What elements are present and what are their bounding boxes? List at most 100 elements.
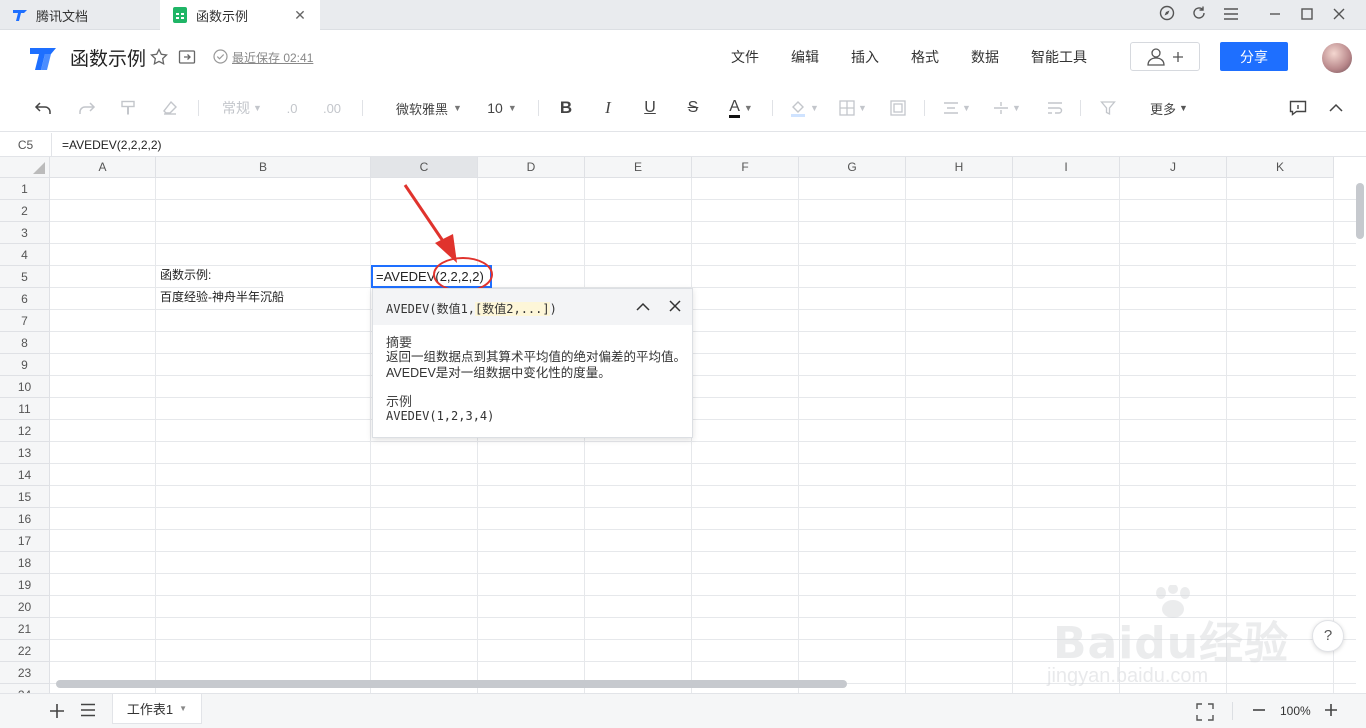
horizontal-scrollbar[interactable]	[56, 680, 847, 688]
merge-cells-icon[interactable]	[887, 96, 909, 120]
window-tab-tencent-docs[interactable]: 腾讯文档	[0, 0, 160, 30]
row-header-17[interactable]: 17	[0, 530, 50, 552]
star-icon[interactable]	[150, 47, 168, 66]
bold-button[interactable]: B	[556, 96, 576, 120]
filter-icon[interactable]	[1097, 96, 1119, 120]
avatar[interactable]	[1322, 43, 1352, 73]
fill-color-button[interactable]: ▼	[787, 96, 821, 120]
borders-button[interactable]: ▼	[836, 96, 870, 120]
share-button[interactable]: 分享	[1220, 42, 1288, 71]
row-header-3[interactable]: 3	[0, 222, 50, 244]
window-tab-function-example[interactable]: 函数示例 ✕	[160, 0, 320, 30]
formula-input[interactable]: =AVEDEV(2,2,2,2)	[62, 133, 162, 157]
column-header-a[interactable]: A	[50, 157, 156, 178]
column-header-i[interactable]: I	[1013, 157, 1120, 178]
undo-icon[interactable]	[32, 96, 54, 120]
column-header-e[interactable]: E	[585, 157, 692, 178]
row-header-21[interactable]: 21	[0, 618, 50, 640]
maximize-icon[interactable]	[1297, 5, 1317, 25]
comment-icon[interactable]	[1287, 96, 1309, 120]
zoom-out-icon[interactable]	[1252, 703, 1268, 719]
row-header-23[interactable]: 23	[0, 662, 50, 684]
horizontal-align-button[interactable]: ▼	[940, 96, 974, 120]
row-header-24[interactable]: 24	[0, 684, 50, 693]
row-header-10[interactable]: 10	[0, 376, 50, 398]
compass-icon[interactable]	[1157, 5, 1177, 25]
column-header-g[interactable]: G	[799, 157, 906, 178]
tencent-docs-logo-icon[interactable]	[28, 44, 58, 72]
underline-button[interactable]: U	[640, 96, 660, 120]
close-window-icon[interactable]	[1329, 5, 1349, 25]
column-header-f[interactable]: F	[692, 157, 799, 178]
redo-icon[interactable]	[76, 96, 98, 120]
wrap-text-icon[interactable]	[1044, 96, 1066, 120]
sheet-list-icon[interactable]	[80, 703, 98, 719]
font-size-dropdown[interactable]: 10 ▼	[485, 96, 519, 120]
row-header-13[interactable]: 13	[0, 442, 50, 464]
row-header-2[interactable]: 2	[0, 200, 50, 222]
menu-data[interactable]: 数据	[971, 47, 999, 67]
sheet-tab[interactable]: 工作表1 ▼	[112, 694, 202, 724]
add-sheet-icon[interactable]	[48, 702, 66, 720]
row-header-19[interactable]: 19	[0, 574, 50, 596]
fullscreen-icon[interactable]	[1196, 703, 1214, 721]
row-header-11[interactable]: 11	[0, 398, 50, 420]
close-help-icon[interactable]	[665, 297, 685, 317]
zoom-in-icon[interactable]	[1324, 703, 1340, 719]
clear-format-icon[interactable]	[159, 96, 181, 120]
refresh-icon[interactable]	[1189, 5, 1209, 25]
column-header-k[interactable]: K	[1227, 157, 1334, 178]
decrease-decimal-button[interactable]: .0	[282, 96, 302, 120]
menu-format[interactable]: 格式	[911, 47, 939, 67]
menu-insert[interactable]: 插入	[851, 47, 879, 67]
row-header-18[interactable]: 18	[0, 552, 50, 574]
row-header-20[interactable]: 20	[0, 596, 50, 618]
document-title[interactable]: 函数示例	[70, 44, 146, 71]
column-header-c[interactable]: C	[371, 157, 478, 178]
select-all-corner[interactable]	[0, 157, 50, 178]
row-header-9[interactable]: 9	[0, 354, 50, 376]
row-header-1[interactable]: 1	[0, 178, 50, 200]
vertical-scrollbar[interactable]	[1356, 183, 1364, 239]
minimize-icon[interactable]	[1265, 5, 1285, 25]
zoom-level[interactable]: 100%	[1280, 704, 1311, 718]
cell-b6[interactable]: 百度经验-神舟半年沉船	[160, 286, 284, 308]
row-header-8[interactable]: 8	[0, 332, 50, 354]
row-header-7[interactable]: 7	[0, 310, 50, 332]
format-painter-icon[interactable]	[117, 96, 139, 120]
cell-reference[interactable]: C5	[0, 133, 52, 157]
menu-edit[interactable]: 编辑	[791, 47, 819, 67]
cell-b5[interactable]: 函数示例:	[160, 264, 211, 286]
menu-smart-tools[interactable]: 智能工具	[1031, 47, 1087, 67]
row-header-22[interactable]: 22	[0, 640, 50, 662]
row-header-12[interactable]: 12	[0, 420, 50, 442]
collapse-help-icon[interactable]	[633, 297, 653, 317]
menu-file[interactable]: 文件	[731, 47, 759, 67]
vertical-align-button[interactable]: ▼	[990, 96, 1024, 120]
italic-button[interactable]: I	[598, 96, 618, 120]
collapse-toolbar-icon[interactable]	[1325, 96, 1347, 120]
save-status[interactable]: 最近保存 02:41	[232, 49, 313, 66]
close-tab-icon[interactable]: ✕	[292, 7, 308, 23]
move-to-folder-icon[interactable]	[178, 48, 196, 66]
increase-decimal-button[interactable]: .00	[320, 96, 344, 120]
row-header-16[interactable]: 16	[0, 508, 50, 530]
number-format-dropdown[interactable]: 常规 ▼	[220, 96, 264, 120]
row-header-4[interactable]: 4	[0, 244, 50, 266]
column-header-h[interactable]: H	[906, 157, 1013, 178]
hamburger-menu-icon[interactable]	[1221, 5, 1241, 25]
more-tools-dropdown[interactable]: 更多 ▼	[1146, 96, 1192, 120]
font-family-dropdown[interactable]: 微软雅黑 ▼	[393, 96, 465, 120]
row-header-14[interactable]: 14	[0, 464, 50, 486]
column-header-d[interactable]: D	[478, 157, 585, 178]
strikethrough-button[interactable]: S	[683, 96, 703, 120]
row-header-15[interactable]: 15	[0, 486, 50, 508]
column-header-b[interactable]: B	[156, 157, 371, 178]
add-collaborator-button[interactable]	[1130, 42, 1200, 71]
chevron-down-icon: ▼	[179, 704, 188, 713]
row-header-5[interactable]: 5	[0, 266, 50, 288]
row-header-6[interactable]: 6	[0, 288, 50, 310]
help-button[interactable]: ?	[1312, 620, 1344, 652]
column-header-j[interactable]: J	[1120, 157, 1227, 178]
font-color-button[interactable]: A ▼	[724, 96, 758, 120]
